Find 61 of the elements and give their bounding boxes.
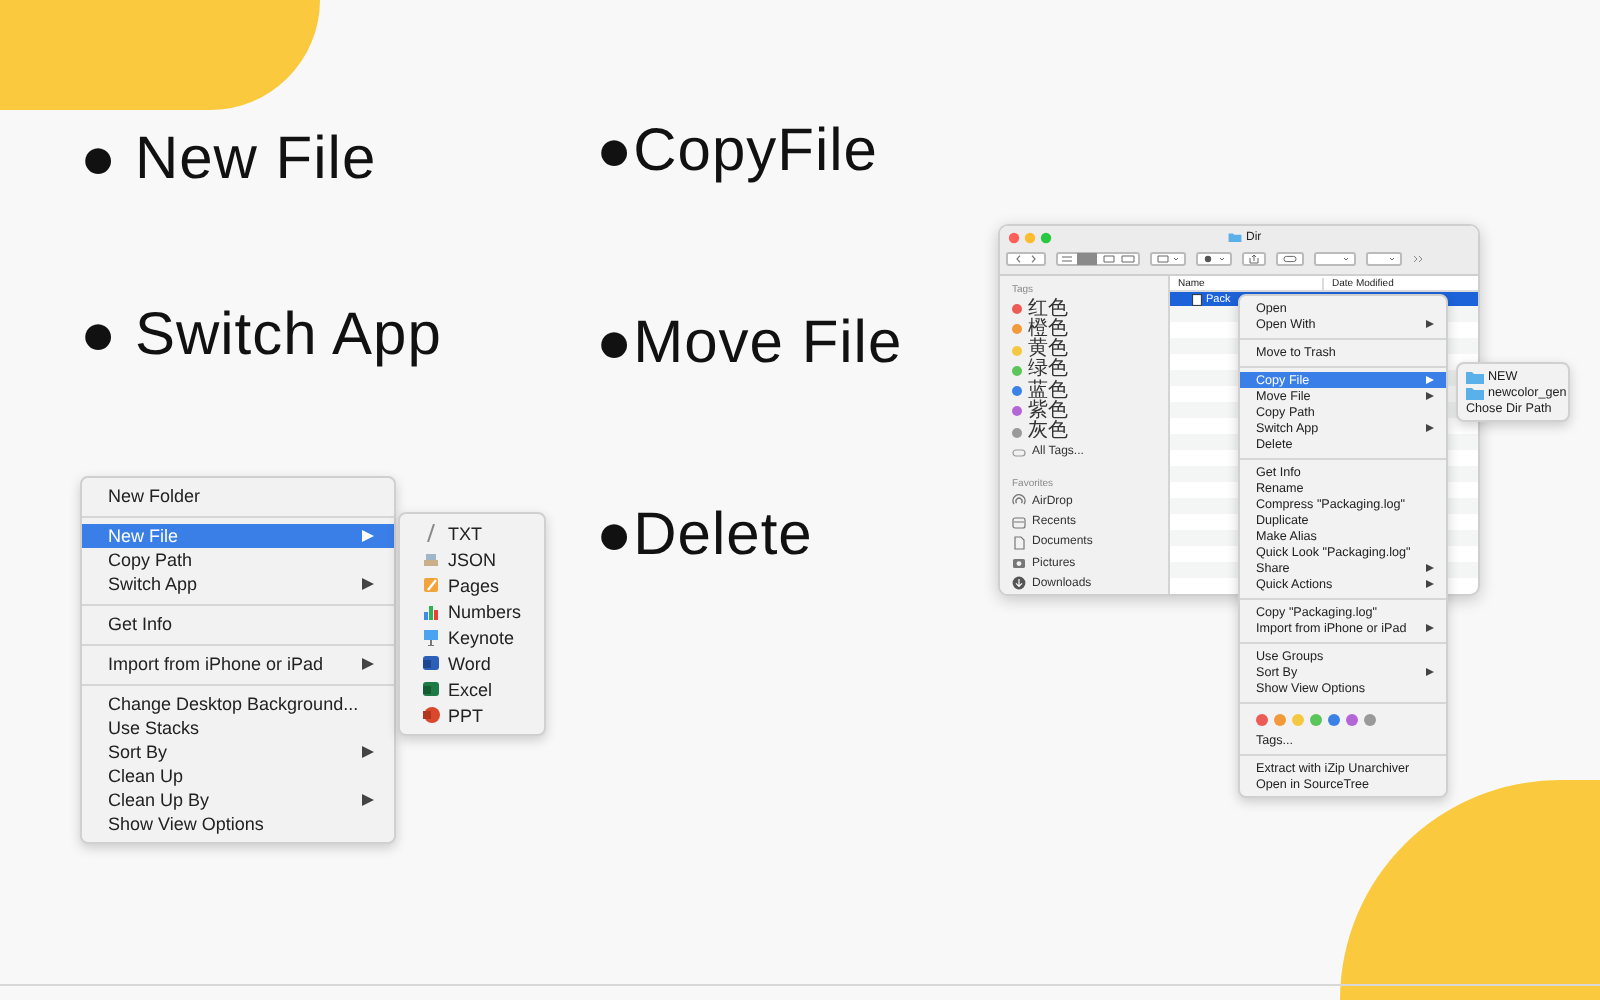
- tag-color-dot[interactable]: [1256, 714, 1268, 726]
- feature-title: ●CopyFile: [596, 116, 878, 188]
- feature-title: ● New File: [80, 124, 377, 196]
- menu-item[interactable]: New Folder: [82, 484, 394, 508]
- view-switcher-icon[interactable]: [1056, 252, 1140, 266]
- menu-item[interactable]: Clean Up: [82, 764, 394, 788]
- tag-color-dot[interactable]: [1364, 714, 1376, 726]
- menu-item[interactable]: Pages: [400, 572, 544, 598]
- menu-item[interactable]: JSON: [400, 546, 544, 572]
- download-icon: [1012, 576, 1026, 591]
- menu-item[interactable]: Clean Up By: [82, 788, 394, 812]
- bar-chart-icon: [422, 602, 440, 620]
- sidebar-item[interactable]: 红色: [1028, 299, 1068, 320]
- pen-icon: [422, 576, 440, 594]
- share-icon[interactable]: [1242, 252, 1266, 266]
- sidebar-item[interactable]: 黄色: [1028, 340, 1068, 361]
- menu-item[interactable]: PPT: [400, 702, 544, 728]
- feature-title: ●Delete: [596, 500, 813, 572]
- slash-icon: [422, 524, 440, 542]
- document-icon: [1012, 535, 1026, 550]
- tag-color-dot[interactable]: [1346, 714, 1358, 726]
- menu-item[interactable]: Excel: [400, 676, 544, 702]
- tray-icon: [422, 550, 440, 568]
- feature-title: ● Switch App: [80, 300, 442, 372]
- dropdown-icon[interactable]: [1314, 252, 1356, 266]
- menu-item[interactable]: Get Info: [82, 612, 394, 636]
- menu-item[interactable]: Use Stacks: [82, 716, 394, 740]
- dropdown-icon[interactable]: [1366, 252, 1402, 266]
- tag-color-dot[interactable]: [1292, 714, 1304, 726]
- airdrop-icon: [1012, 494, 1026, 509]
- menu-item[interactable]: Show View Options: [82, 812, 394, 836]
- sidebar-item[interactable]: 灰色: [1028, 422, 1068, 443]
- folder-icon: [1228, 232, 1242, 242]
- menu-item[interactable]: Import from iPhone or iPad: [82, 652, 394, 676]
- menu-item[interactable]: Change Desktop Background...: [82, 692, 394, 716]
- menu-item[interactable]: Switch App: [82, 572, 394, 596]
- nav-buttons-icon[interactable]: [1006, 252, 1046, 266]
- menu-item[interactable]: Keynote: [400, 624, 544, 650]
- sidebar-item[interactable]: 紫色: [1028, 401, 1068, 422]
- sidebar-item[interactable]: 绿色: [1028, 360, 1068, 381]
- menu-item[interactable]: New File: [82, 524, 394, 548]
- feature-title: ●Move File: [596, 308, 903, 380]
- tag-color-dot[interactable]: [1274, 714, 1286, 726]
- menu-item[interactable]: Copy Path: [82, 548, 394, 572]
- menu-item[interactable]: TXT: [400, 520, 544, 546]
- app-icon: [422, 680, 440, 698]
- camera-icon: [1012, 556, 1026, 571]
- menu-item[interactable]: Word: [400, 650, 544, 676]
- window-controls-icon[interactable]: [1008, 231, 1056, 243]
- tag-color-dot[interactable]: [1328, 714, 1340, 726]
- chevron-icon[interactable]: [1412, 252, 1424, 266]
- app-icon: [422, 706, 440, 724]
- app-icon: [422, 654, 440, 672]
- tag-color-dot[interactable]: [1310, 714, 1322, 726]
- sidebar-item[interactable]: 橙色: [1028, 319, 1068, 340]
- easel-icon: [422, 628, 440, 646]
- tag-icon[interactable]: [1276, 252, 1304, 266]
- tag-outline-icon: [1012, 445, 1026, 460]
- sidebar-item[interactable]: 蓝色: [1028, 381, 1068, 402]
- menu-item[interactable]: Numbers: [400, 598, 544, 624]
- menu-item[interactable]: Sort By: [82, 740, 394, 764]
